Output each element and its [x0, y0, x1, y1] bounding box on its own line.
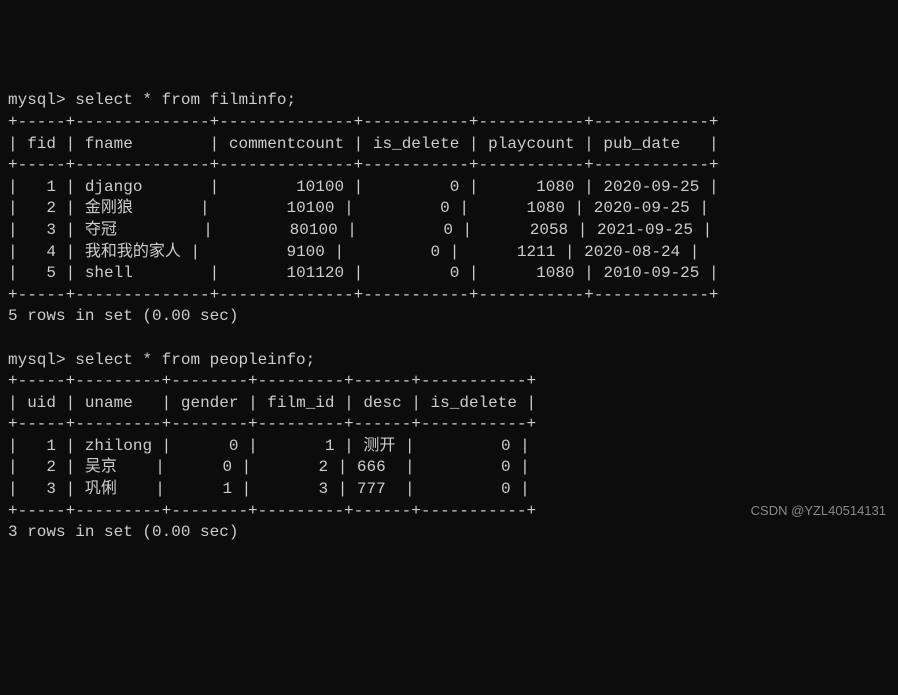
table-border: +-----+--------------+--------------+---…: [8, 156, 719, 174]
table-border: +-----+--------------+--------------+---…: [8, 286, 719, 304]
table-row: | 2 | 金刚狼 | 10100 | 0 | 1080 | 2020-09-2…: [8, 199, 709, 217]
table-border: +-----+---------+--------+---------+----…: [8, 372, 536, 390]
table-row: | 3 | 夺冠 | 80100 | 0 | 2058 | 2021-09-25…: [8, 221, 712, 239]
table-row: | 1 | django | 10100 | 0 | 1080 | 2020-0…: [8, 178, 719, 196]
table-row: | 3 | 巩俐 | 1 | 3 | 777 | 0 |: [8, 480, 530, 498]
mysql-prompt[interactable]: mysql> select * from peopleinfo;: [8, 351, 315, 369]
table-row: | 5 | shell | 101120 | 0 | 1080 | 2010-0…: [8, 264, 719, 282]
table-header-row: | uid | uname | gender | film_id | desc …: [8, 394, 536, 412]
terminal-output: mysql> select * from filminfo; +-----+--…: [8, 90, 890, 543]
table-row: | 2 | 吴京 | 0 | 2 | 666 | 0 |: [8, 458, 530, 476]
watermark: CSDN @YZL40514131: [751, 502, 886, 520]
table-border: +-----+---------+--------+---------+----…: [8, 415, 536, 433]
mysql-prompt[interactable]: mysql> select * from filminfo;: [8, 91, 296, 109]
table-row: | 1 | zhilong | 0 | 1 | 测开 | 0 |: [8, 437, 530, 455]
table-header-row: | fid | fname | commentcount | is_delete…: [8, 135, 719, 153]
table-border: +-----+--------------+--------------+---…: [8, 113, 719, 131]
result-summary: 5 rows in set (0.00 sec): [8, 307, 238, 325]
table-border: +-----+---------+--------+---------+----…: [8, 502, 536, 520]
table-row: | 4 | 我和我的家人 | 9100 | 0 | 1211 | 2020-08…: [8, 243, 699, 261]
